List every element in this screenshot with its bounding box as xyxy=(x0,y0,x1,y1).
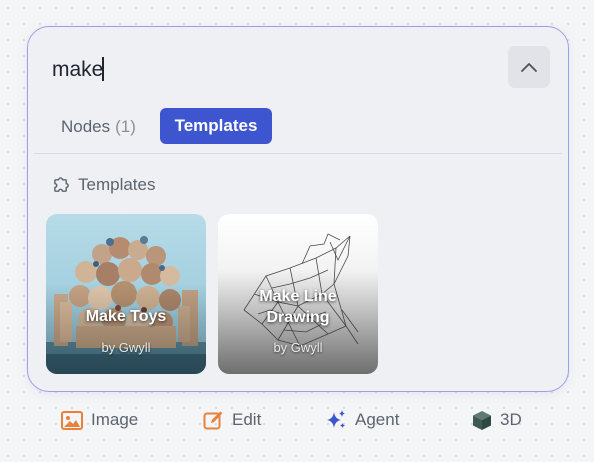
tab-templates[interactable]: Templates xyxy=(160,108,272,144)
tab-templates-label: Templates xyxy=(174,116,258,135)
template-card-make-line-drawing[interactable]: Make Line Drawing by Gwyll xyxy=(218,214,378,374)
card-shade xyxy=(46,284,206,374)
text-caret xyxy=(102,57,104,81)
edit-button[interactable]: Edit xyxy=(203,405,261,435)
template-author: by Gwyll xyxy=(101,340,151,355)
template-author: by Gwyll xyxy=(273,340,323,355)
chevron-up-icon xyxy=(521,63,537,72)
agent-button[interactable]: Agent xyxy=(325,405,399,435)
image-icon xyxy=(61,410,83,430)
template-card-make-toys[interactable]: Make Toys by Gwyll xyxy=(46,214,206,374)
divider xyxy=(34,153,562,154)
search-panel: Nodes (1) Templates Templates xyxy=(27,26,569,392)
cube-icon xyxy=(473,410,491,430)
template-title: Make Toys xyxy=(85,308,167,325)
three-d-label: 3D xyxy=(500,410,522,429)
bottom-toolbar: Image Edit Agent 3D xyxy=(0,405,594,435)
tab-nodes[interactable]: Nodes (1) xyxy=(52,109,145,145)
image-button[interactable]: Image xyxy=(61,405,138,435)
section-header: Templates xyxy=(52,174,155,196)
agent-label: Agent xyxy=(355,410,400,429)
sparkles-icon xyxy=(327,410,345,428)
three-d-button[interactable]: 3D xyxy=(472,405,522,435)
tab-nodes-label: Nodes xyxy=(61,117,111,136)
search-input[interactable] xyxy=(52,57,492,83)
image-label: Image xyxy=(91,410,139,429)
tab-nodes-count: (1) xyxy=(115,117,136,136)
template-title: Make Line Drawing xyxy=(259,288,337,326)
puzzle-icon xyxy=(54,176,69,192)
collapse-button[interactable] xyxy=(508,46,550,88)
section-title: Templates xyxy=(78,175,156,194)
edit-icon xyxy=(203,411,222,429)
edit-label: Edit xyxy=(232,410,262,429)
